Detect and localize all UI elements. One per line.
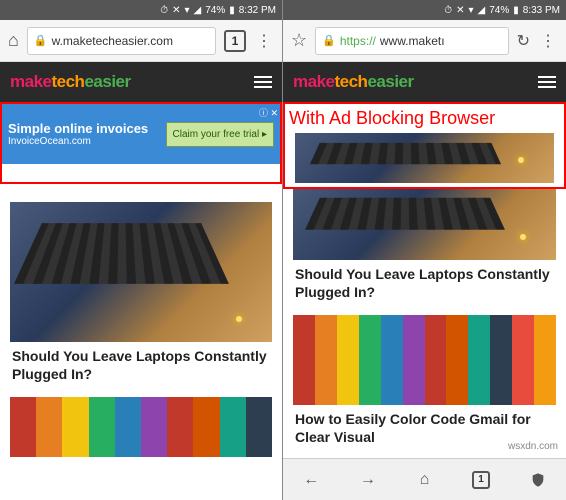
hamburger-icon[interactable]	[254, 76, 272, 88]
status-bar: ⏱ ✕ ▾ ◢ 74% ▮ 8:32 PM	[0, 0, 282, 20]
tabs-button[interactable]: 1	[224, 30, 246, 52]
article-image-peek	[295, 133, 554, 183]
article-image	[293, 189, 556, 260]
clock: 8:32 PM	[239, 5, 276, 16]
ad-highlight: Simple online invoices InvoiceOcean.com …	[0, 102, 282, 184]
watermark: wsxdn.com	[508, 441, 558, 452]
lock-icon: 🔒	[322, 34, 336, 47]
content-area[interactable]: Should You Leave Laptops Constantly Plug…	[283, 189, 566, 458]
hamburger-icon[interactable]	[538, 76, 556, 88]
article-image	[293, 315, 556, 405]
ad-close-icon[interactable]: ⓘ ✕	[259, 106, 278, 119]
shield-button[interactable]	[518, 460, 558, 500]
alarm-icon: ⏱	[160, 5, 168, 16]
article-title: Should You Leave Laptops Constantly Plug…	[293, 260, 556, 307]
url-text: w.maketecheasier.com	[52, 34, 173, 48]
battery-text: 74%	[205, 5, 225, 16]
browser-toolbar: ☆ 🔒 https:// www.maketı ↻ ⋮	[283, 20, 566, 62]
browser-toolbar: ⌂ 🔒 w.maketecheasier.com 1 ⋮	[0, 20, 282, 62]
battery-text: 74%	[489, 5, 509, 16]
url-protocol: https://	[340, 34, 376, 48]
bookmark-icon[interactable]: ☆	[291, 30, 307, 51]
mute-icon: ✕	[456, 5, 464, 16]
bottom-nav: ← → ⌂ 1	[283, 458, 566, 500]
back-button[interactable]: ←	[291, 460, 331, 500]
site-logo[interactable]: maketecheasier	[293, 72, 414, 92]
lock-icon: 🔒	[34, 34, 48, 47]
battery-icon: ▮	[513, 5, 519, 16]
status-bar: ⏱ ✕ ▾ ◢ 74% ▮ 8:33 PM	[283, 0, 566, 20]
url-field[interactable]: 🔒 w.maketecheasier.com	[27, 27, 216, 55]
tabs-button[interactable]: 1	[461, 460, 501, 500]
article-card[interactable]: How to Easily Color Code Gmail for Clear…	[293, 315, 556, 452]
adblock-highlight: With Ad Blocking Browser	[283, 102, 566, 189]
article-image	[10, 397, 272, 457]
overlay-label: With Ad Blocking Browser	[285, 104, 564, 133]
forward-button[interactable]: →	[348, 460, 388, 500]
menu-button[interactable]: ⋮	[254, 31, 274, 51]
article-card[interactable]: Should You Leave Laptops Constantly Plug…	[10, 202, 272, 389]
wifi-icon: ▾	[468, 5, 473, 16]
right-phone: ⏱ ✕ ▾ ◢ 74% ▮ 8:33 PM ☆ 🔒 https:// www.ma…	[283, 0, 566, 500]
left-phone: ⏱ ✕ ▾ ◢ 74% ▮ 8:32 PM ⌂ 🔒 w.maketecheasi…	[0, 0, 283, 500]
article-card[interactable]	[10, 397, 272, 457]
ad-headline: Simple online invoices	[8, 121, 148, 136]
ad-cta-button[interactable]: Claim your free trial ▸	[166, 122, 275, 147]
shield-icon	[530, 472, 546, 488]
ad-banner[interactable]: Simple online invoices InvoiceOcean.com …	[2, 104, 280, 164]
home-icon[interactable]: ⌂	[8, 30, 19, 51]
home-button[interactable]: ⌂	[404, 460, 444, 500]
site-header: maketecheasier	[283, 62, 566, 102]
site-header: maketecheasier	[0, 62, 282, 102]
battery-icon: ▮	[229, 5, 235, 16]
content-area[interactable]: Should You Leave Laptops Constantly Plug…	[0, 184, 282, 500]
ad-publisher: InvoiceOcean.com	[8, 136, 148, 147]
signal-icon: ◢	[478, 5, 486, 16]
url-text: www.maketı	[380, 34, 445, 48]
alarm-icon: ⏱	[444, 5, 452, 16]
site-logo[interactable]: maketecheasier	[10, 72, 131, 92]
menu-button[interactable]: ⋮	[538, 31, 558, 51]
article-title: Should You Leave Laptops Constantly Plug…	[10, 342, 272, 389]
signal-icon: ◢	[194, 5, 202, 16]
wifi-icon: ▾	[184, 5, 189, 16]
mute-icon: ✕	[172, 5, 180, 16]
article-card[interactable]: Should You Leave Laptops Constantly Plug…	[293, 189, 556, 307]
reload-icon[interactable]: ↻	[517, 31, 530, 51]
article-image	[10, 202, 272, 342]
url-field[interactable]: 🔒 https:// www.maketı	[315, 27, 508, 55]
clock: 8:33 PM	[523, 5, 560, 16]
